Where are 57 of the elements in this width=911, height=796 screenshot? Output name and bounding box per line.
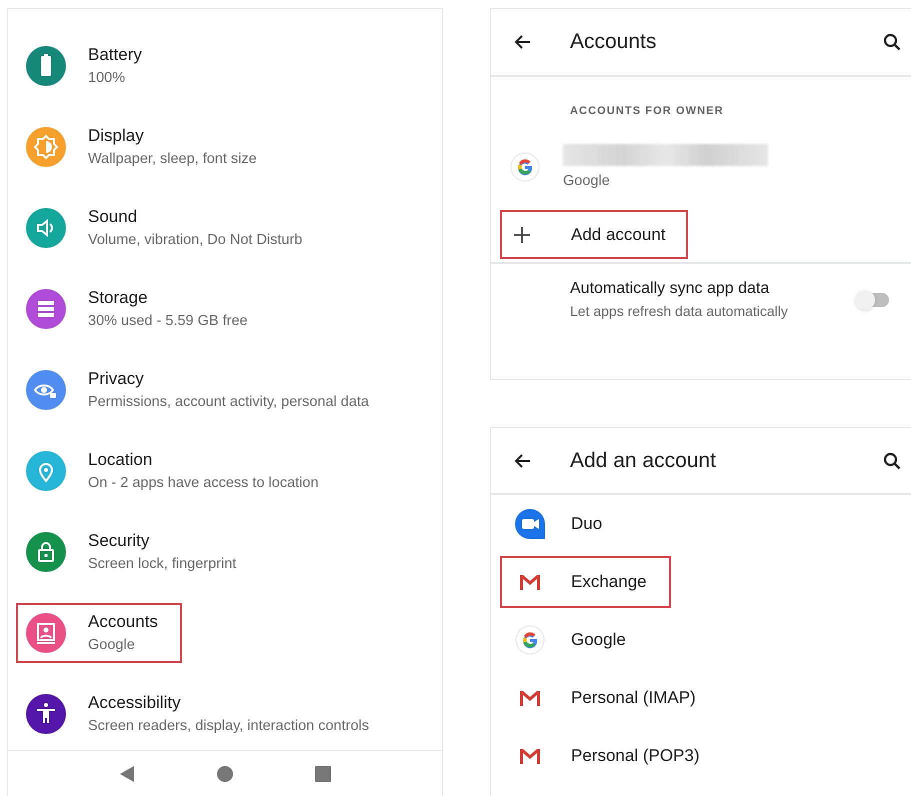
settings-item[interactable]: Sound Volume, vibration, Do Not Disturb: [16, 198, 326, 258]
account-type-item[interactable]: Personal (IMAP): [500, 672, 720, 724]
account-type-label: Personal (IMAP): [571, 687, 696, 710]
screen-title: Accounts: [570, 29, 656, 56]
account-type-item[interactable]: Exchange: [500, 556, 671, 608]
settings-item[interactable]: Location On - 2 apps have access to location: [16, 440, 343, 500]
account-type-item[interactable]: Google: [500, 614, 650, 666]
item-subtitle: On - 2 apps have access to location: [88, 474, 319, 492]
home-circle-icon[interactable]: [216, 764, 234, 782]
item-title: Security: [88, 530, 150, 552]
item-subtitle: Google: [88, 636, 136, 654]
account-type-item[interactable]: Personal (POP3): [500, 730, 724, 782]
item-subtitle: Permissions, account activity, personal data: [88, 392, 370, 412]
search-icon[interactable]: [883, 33, 901, 51]
item-title: Privacy: [88, 368, 145, 390]
video-camera-icon: [513, 507, 547, 541]
settings-item[interactable]: Accessibility Screen readers, display, interaction controls: [16, 684, 394, 744]
item-title: Sound: [88, 206, 138, 228]
item-subtitle: 100%: [88, 68, 126, 88]
item-title: Accessibility: [88, 692, 182, 714]
item-subtitle: 30% used - 5.59 GB free: [88, 312, 248, 330]
account-type-label: Personal (POP3): [571, 745, 700, 768]
item-title: Storage: [88, 286, 149, 308]
account-type-label: Exchange: [571, 571, 647, 594]
search-icon[interactable]: [883, 452, 901, 470]
account-type-label: Duo: [571, 513, 602, 536]
add-account-item[interactable]: Add account: [500, 210, 688, 259]
item-subtitle: Volume, vibration, Do Not Disturb: [88, 230, 302, 250]
settings-item[interactable]: Storage 30% used - 5.59 GB free: [16, 278, 272, 338]
item-subtitle: Screen lock, fingerprint: [88, 554, 236, 574]
item-title: Accounts: [88, 610, 158, 632]
section-label: ACCOUNTS FOR OWNER: [569, 104, 725, 119]
settings-item[interactable]: Security Screen lock, fingerprint: [16, 522, 260, 582]
item-title: Location: [88, 448, 154, 470]
settings-item[interactable]: Display Wallpaper, sleep, font size: [16, 116, 281, 176]
sync-subtitle: Let apps refresh data automatically: [570, 302, 788, 321]
recents-square-icon[interactable]: [314, 764, 332, 782]
item-subtitle: Screen readers, display, interaction controls: [88, 716, 370, 736]
back-triangle-icon[interactable]: [118, 764, 136, 782]
sync-toggle[interactable]: [855, 289, 891, 311]
item-title: Display: [88, 124, 145, 146]
google-logo-icon: [515, 625, 545, 655]
back-arrow-icon[interactable]: [512, 452, 532, 470]
screen-title: Add an account: [570, 448, 716, 474]
item-subtitle: Wallpaper, sleep, font size: [88, 150, 257, 168]
account-type-label: Google: [571, 629, 626, 652]
sync-title: Automatically sync app data: [570, 279, 770, 299]
google-logo-icon: [510, 152, 540, 182]
back-arrow-icon[interactable]: [512, 33, 532, 51]
add-account-label: Add account: [571, 224, 666, 246]
settings-item[interactable]: Battery 100%: [16, 36, 166, 96]
plus-icon: [513, 226, 531, 244]
settings-item[interactable]: Accounts Google: [16, 602, 182, 662]
account-type: Google: [563, 172, 611, 190]
settings-item[interactable]: Privacy Permissions, account activity, personal data: [16, 360, 394, 420]
account-type-item[interactable]: Duo: [500, 498, 626, 550]
item-title: Battery: [88, 44, 142, 66]
